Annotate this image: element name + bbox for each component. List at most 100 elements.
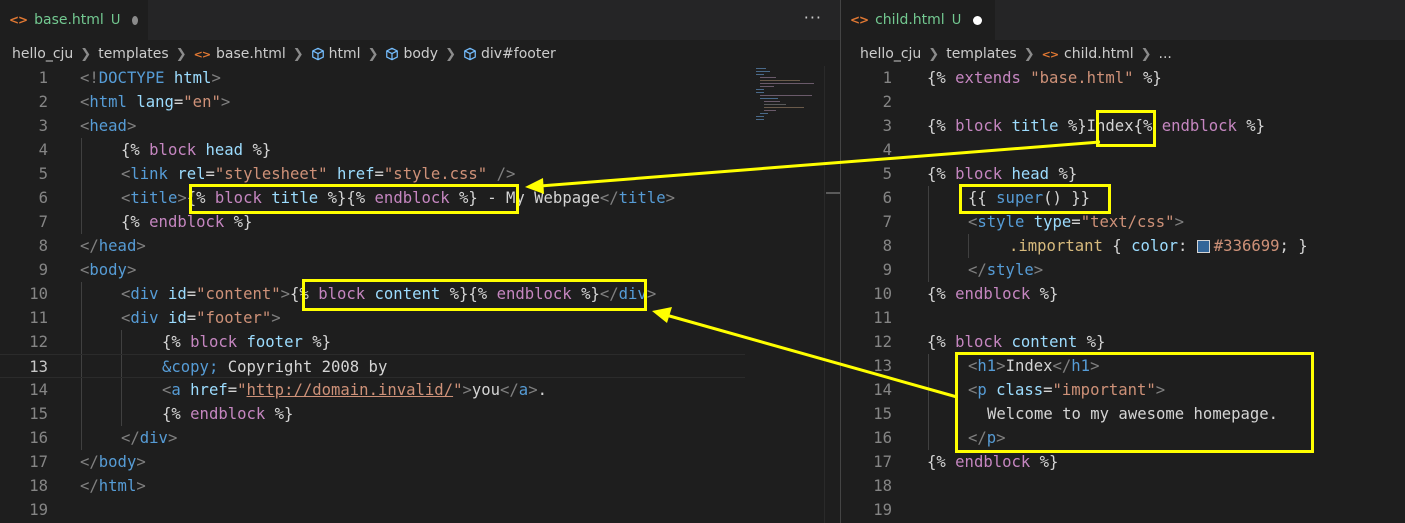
breadcrumb-symbol-body[interactable]: body — [385, 46, 438, 62]
symbol-cube-icon — [311, 47, 324, 61]
code-line[interactable]: 12 {% block footer %} — [0, 330, 840, 354]
line-number: 5 — [882, 165, 892, 183]
line-code: {% block head %} — [121, 141, 272, 159]
code-line[interactable]: 12 {% block content %} — [841, 330, 1405, 354]
line-code: <link rel="stylesheet" href="style.css" … — [121, 165, 516, 183]
line-code: <title>{% block title %}{% endblock %} -… — [121, 189, 676, 207]
code-line[interactable]: 18 — [841, 474, 1405, 498]
code-line[interactable]: 11 — [841, 306, 1405, 330]
code-line[interactable]: 15 Welcome to my awesome homepage. — [841, 402, 1405, 426]
code-line[interactable]: 4 {% block head %} — [0, 138, 840, 162]
chevron-right-icon: ❯ — [928, 46, 940, 62]
line-code: <!DOCTYPE html> — [80, 69, 221, 87]
code-line[interactable]: 7 {% endblock %} — [0, 210, 840, 234]
tab-child-html[interactable]: <> child.html U — [841, 0, 995, 40]
breadcrumb-symbol-label: body — [403, 46, 439, 62]
line-number: 2 — [882, 93, 892, 111]
code-line[interactable]: 1 <!DOCTYPE html> — [0, 66, 840, 90]
breadcrumb-symbol-html[interactable]: html — [311, 46, 361, 62]
code-line[interactable]: 14 <a href="http://domain.invalid/">you</… — [0, 378, 840, 402]
code-line[interactable]: 2 — [841, 90, 1405, 114]
line-code: <div id="content">{% block content %}{% … — [121, 285, 657, 303]
code-line[interactable]: 9 <body> — [0, 258, 840, 282]
code-line[interactable]: 8 .important { color: #336699; } — [841, 234, 1405, 258]
line-code: .important { color: #336699; } — [1009, 237, 1308, 255]
html-file-icon: <> — [850, 13, 869, 27]
breadcrumb: hello_cju ❯ templates ❯ <> child.html ❯ … — [860, 42, 1172, 66]
line-number: 3 — [882, 117, 892, 135]
code-line[interactable]: 3 {% block title %}Index{% endblock %} — [841, 114, 1405, 138]
line-number: 18 — [29, 477, 48, 495]
line-number: 18 — [873, 477, 892, 495]
line-number: 16 — [29, 429, 48, 447]
code-line[interactable]: 4 — [841, 138, 1405, 162]
code-line[interactable]: 11 <div id="footer"> — [0, 306, 840, 330]
line-number: 14 — [29, 381, 48, 399]
code-line[interactable]: 16 </p> — [841, 426, 1405, 450]
code-editor-base[interactable]: 1 <!DOCTYPE html> 2 <html lang="en"> 3 <hea… — [0, 66, 840, 523]
line-number: 6 — [882, 189, 892, 207]
chevron-right-icon: ❯ — [445, 46, 456, 62]
breadcrumb-symbol-label: div#footer — [481, 46, 556, 62]
code-line[interactable]: 6 {{ super() }} — [841, 186, 1405, 210]
line-number: 13 — [29, 358, 48, 376]
breadcrumb-folder[interactable]: hello_cju — [860, 46, 921, 62]
line-number: 12 — [29, 333, 48, 351]
line-number: 7 — [882, 213, 892, 231]
breadcrumb-folder[interactable]: hello_cju — [12, 46, 73, 62]
code-editor-child[interactable]: 1 {% extends "base.html" %} 2 3 {% block t… — [841, 66, 1405, 523]
line-number: 19 — [873, 501, 892, 519]
code-line[interactable]: 5 <link rel="stylesheet" href="style.css"… — [0, 162, 840, 186]
line-code: <h1>Index</h1> — [968, 357, 1100, 375]
line-code: {% extends "base.html" %} — [927, 69, 1162, 87]
code-line[interactable]: 9 </style> — [841, 258, 1405, 282]
line-code: <div id="footer"> — [121, 309, 281, 327]
line-number: 19 — [29, 501, 48, 519]
breadcrumb-file[interactable]: <> base.html — [194, 46, 286, 62]
code-line[interactable]: 14 <p class="important"> — [841, 378, 1405, 402]
code-line[interactable]: 3 <head> — [0, 114, 840, 138]
code-line[interactable]: 2 <html lang="en"> — [0, 90, 840, 114]
breadcrumb-symbol-label: html — [328, 46, 361, 62]
breadcrumb-ellipsis[interactable]: ... — [1159, 46, 1172, 62]
tab-bar: <> base.html U ··· — [0, 0, 840, 40]
line-code: <p class="important"> — [968, 381, 1166, 399]
code-line[interactable]: 10 <div id="content">{% block content %}{… — [0, 282, 840, 306]
html-file-icon: <> — [1041, 47, 1059, 61]
code-line[interactable]: 13 <h1>Index</h1> — [841, 354, 1405, 378]
line-number: 14 — [873, 381, 892, 399]
scrollbar-cursor-marker — [826, 192, 840, 194]
breadcrumb-symbol-footer[interactable]: div#footer — [463, 46, 556, 62]
code-line[interactable]: 6 <title>{% block title %}{% endblock %} … — [0, 186, 840, 210]
code-line[interactable]: 19 — [0, 498, 840, 522]
minimap[interactable] — [750, 66, 822, 136]
code-line[interactable]: 5 {% block head %} — [841, 162, 1405, 186]
line-code: {% block content %} — [927, 333, 1106, 351]
code-line[interactable]: 7 <style type="text/css"> — [841, 210, 1405, 234]
chevron-right-icon: ❯ — [292, 46, 304, 62]
breadcrumb-file-label: child.html — [1064, 46, 1134, 62]
code-line-current[interactable]: 13 &copy; Copyright 2008 by — [0, 354, 745, 378]
more-actions-icon[interactable]: ··· — [804, 8, 822, 27]
breadcrumb-file[interactable]: <> child.html — [1042, 46, 1134, 62]
editor-pane-left: <> base.html U ··· hello_cju ❯ templates… — [0, 0, 840, 523]
code-line[interactable]: 8 </head> — [0, 234, 840, 258]
breadcrumb-subfolder[interactable]: templates — [946, 46, 1017, 62]
code-line[interactable]: 17 </body> — [0, 450, 840, 474]
code-line[interactable]: 17 {% endblock %} — [841, 450, 1405, 474]
line-number: 15 — [873, 405, 892, 423]
code-line[interactable]: 15 {% endblock %} — [0, 402, 840, 426]
unsaved-dot-icon[interactable] — [973, 15, 983, 25]
tab-base-html[interactable]: <> base.html U — [0, 0, 148, 40]
color-swatch[interactable] — [1196, 240, 1210, 253]
line-number: 5 — [38, 165, 48, 183]
chevron-right-icon: ❯ — [367, 46, 379, 62]
unsaved-dot-icon[interactable] — [132, 15, 138, 25]
code-line[interactable]: 1 {% extends "base.html" %} — [841, 66, 1405, 90]
breadcrumb-subfolder[interactable]: templates — [98, 46, 169, 62]
code-line[interactable]: 16 </div> — [0, 426, 840, 450]
code-line[interactable]: 19 — [841, 498, 1405, 522]
vertical-scrollbar[interactable] — [824, 66, 838, 523]
code-line[interactable]: 10 {% endblock %} — [841, 282, 1405, 306]
code-line[interactable]: 18 </html> — [0, 474, 840, 498]
